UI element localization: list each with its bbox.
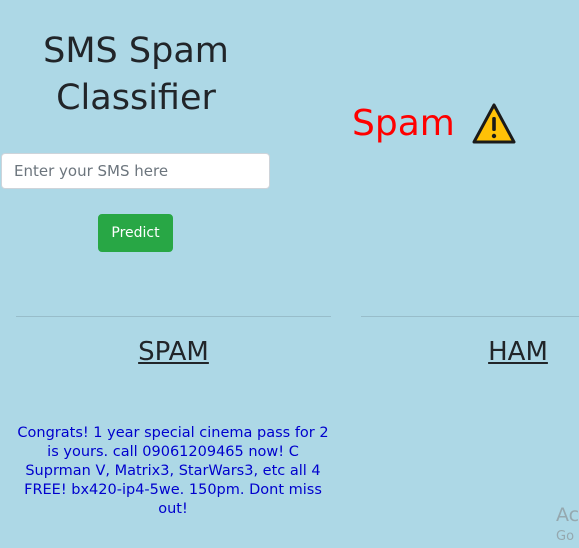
watermark-line-2: Go: [556, 529, 575, 544]
warning-icon: [471, 101, 517, 147]
prediction-label: Spam: [352, 103, 455, 144]
watermark-line-1: Ac: [556, 504, 579, 526]
title-line-2: Classifier: [56, 78, 216, 118]
predict-button[interactable]: Predict: [98, 214, 173, 252]
ham-column-divider: [361, 316, 579, 317]
spam-column-divider: [16, 316, 331, 317]
spam-message: Congrats! 1 year special cinema pass for…: [17, 425, 329, 517]
spam-column-heading: SPAM: [138, 337, 209, 367]
page-title: SMS Spam Classifier: [0, 28, 272, 122]
title-line-1: SMS Spam: [43, 31, 229, 71]
ham-column-heading: HAM: [488, 337, 548, 367]
prediction-result: Spam: [352, 98, 517, 150]
activation-watermark: Ac Go: [556, 504, 579, 548]
sms-input[interactable]: [1, 153, 270, 189]
